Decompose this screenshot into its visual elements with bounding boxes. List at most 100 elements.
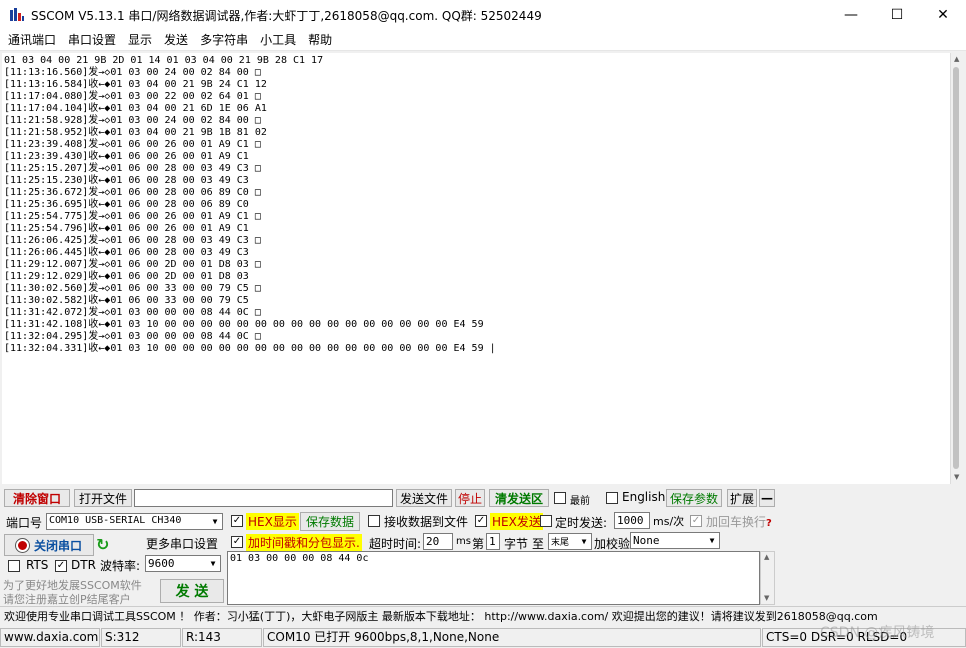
rts-label: RTS — [26, 558, 49, 572]
more-settings-button[interactable]: 更多串口设置 — [146, 535, 218, 552]
interval-input[interactable]: 1000 — [614, 512, 650, 529]
expand-button[interactable]: 扩展 — [727, 489, 757, 507]
stop-button[interactable]: 停止 — [455, 489, 485, 507]
english-label: English — [622, 490, 666, 504]
byte-label: 字节 — [504, 537, 529, 551]
add-crlf-checkbox[interactable]: ✓ — [690, 515, 702, 527]
send-button[interactable]: 发 送 — [160, 579, 224, 603]
menu-tools[interactable]: 小工具 — [254, 30, 302, 50]
menu-comm-port[interactable]: 通讯端口 — [0, 30, 62, 50]
log-line: [11:21:58.952]收←◆01 03 04 00 21 9B 1B 81… — [4, 127, 267, 138]
recv-to-file-label: 接收数据到文件 — [384, 515, 469, 529]
byte-start-input[interactable]: 1 — [486, 533, 500, 550]
app-icon — [9, 7, 25, 23]
port-value: COM10 USB-SERIAL CH340 — [49, 515, 182, 526]
menu-multi-string[interactable]: 多字符串 — [194, 30, 254, 50]
scroll-up-icon[interactable]: ▲ — [954, 55, 959, 63]
timeout-label: 超时时间: — [369, 537, 422, 551]
log-line: [11:29:12.029]收←◆01 06 00 2D 00 01 D8 03 — [4, 271, 249, 282]
refresh-icon[interactable]: ↻ — [96, 535, 109, 554]
close-port-button[interactable]: 关闭串口 — [4, 534, 94, 556]
checksum-select[interactable]: None ▼ — [630, 532, 720, 549]
baud-select[interactable]: 9600 ▼ — [145, 555, 221, 572]
log-line: [11:30:02.582]收←◆01 06 00 33 00 00 79 C5 — [4, 295, 249, 306]
log-line: [11:21:58.928]发→◇01 03 00 24 00 02 84 00… — [4, 115, 261, 126]
dtr-checkbox[interactable]: ✓ — [55, 560, 67, 572]
clear-window-button[interactable]: 清除窗口 — [4, 489, 70, 507]
rts-checkbox[interactable] — [8, 560, 20, 572]
scroll-up-icon[interactable]: ▲ — [764, 553, 769, 561]
port-label: 端口号 — [6, 516, 43, 530]
status-sent: S:312 — [101, 628, 181, 647]
status-port: COM10 已打开 9600bps,8,1,None,None — [263, 628, 761, 647]
port-select[interactable]: COM10 USB-SERIAL CH340 ▼ — [46, 513, 223, 530]
chevron-down-icon: ▼ — [212, 517, 218, 526]
topmost-checkbox[interactable] — [554, 492, 566, 504]
byte-prefix: 第 — [472, 537, 485, 551]
log-line: [11:26:06.425]发→◇01 06 00 28 00 03 49 C3… — [4, 235, 261, 246]
menu-send[interactable]: 发送 — [158, 30, 194, 50]
maximize-button[interactable]: ☐ — [874, 0, 920, 30]
save-params-button[interactable]: 保存参数 — [666, 489, 722, 507]
checksum-label: 加校验 — [594, 537, 631, 551]
scroll-thumb[interactable] — [953, 67, 959, 469]
log-line: [11:17:04.104]收←◆01 03 04 00 21 6D 1E 06… — [4, 103, 267, 114]
send-file-button[interactable]: 发送文件 — [396, 489, 452, 507]
hex-send-label: HEX发送 — [490, 513, 543, 530]
menu-help[interactable]: 帮助 — [302, 30, 338, 50]
title-bar: SSCOM V5.13.1 串口/网络数据调试器,作者:大虾丁丁,2618058… — [0, 0, 966, 30]
log-line: [11:32:04.331]收←◆01 03 10 00 00 00 00 00… — [4, 343, 496, 354]
hex-display-checkbox[interactable]: ✓ — [231, 515, 243, 527]
collapse-button[interactable]: — — [759, 489, 775, 507]
timestamp-checkbox[interactable]: ✓ — [231, 536, 243, 548]
log-line: [11:25:54.796]收←◆01 06 00 26 00 01 A9 C1 — [4, 223, 249, 234]
menu-serial-settings[interactable]: 串口设置 — [62, 30, 122, 50]
menu-bar: 通讯端口 串口设置 显示 发送 多字符串 小工具 帮助 — [0, 30, 966, 51]
log-line: [11:26:06.445]收←◆01 06 00 28 00 03 49 C3 — [4, 247, 249, 258]
send-textarea[interactable]: 01 03 00 00 00 08 44 0c — [227, 551, 760, 605]
log-line: [11:31:42.108]收←◆01 03 10 00 00 00 00 00… — [4, 319, 484, 330]
english-checkbox[interactable] — [606, 492, 618, 504]
add-crlf-label: 加回车换行 — [706, 515, 767, 529]
topmost-label: 最前 — [570, 496, 590, 507]
log-scrollbar[interactable]: ▲ ▼ — [950, 53, 964, 484]
hex-display-label: HEX显示 — [246, 513, 299, 530]
watermark-text: CSDN @疾风铸境 — [820, 625, 935, 641]
end-value: 末尾 — [551, 538, 570, 548]
timestamp-label: 加时间戳和分包显示. — [246, 534, 362, 551]
save-data-button[interactable]: 保存数据 — [300, 512, 360, 531]
timed-send-checkbox[interactable] — [540, 515, 552, 527]
window-title: SSCOM V5.13.1 串口/网络数据调试器,作者:大虾丁丁,2618058… — [31, 9, 542, 23]
receive-log[interactable]: 01 03 04 00 21 9B 2D 01 14 01 03 04 00 2… — [2, 53, 950, 484]
minimize-button[interactable]: — — [828, 0, 874, 30]
baud-value: 9600 — [148, 557, 175, 570]
log-line: [11:32:04.295]发→◇01 03 00 00 00 08 44 0C… — [4, 331, 261, 342]
close-button[interactable]: ✕ — [920, 0, 966, 30]
chevron-down-icon: ▼ — [581, 537, 587, 546]
checksum-value: None — [633, 534, 660, 547]
send-scrollbar[interactable]: ▲ ▼ — [760, 551, 775, 605]
hex-send-checkbox[interactable]: ✓ — [475, 515, 487, 527]
chevron-down-icon: ▼ — [709, 536, 715, 545]
log-line: [11:25:36.672]发→◇01 06 00 28 00 06 89 C0… — [4, 187, 261, 198]
recv-to-file-checkbox[interactable] — [368, 515, 380, 527]
clear-send-button[interactable]: 清发送区 — [489, 489, 549, 507]
scroll-down-icon[interactable]: ▼ — [954, 473, 959, 481]
log-line: [11:17:04.080]发→◇01 03 00 22 00 02 64 01… — [4, 91, 261, 102]
log-line: [11:13:16.560]发→◇01 03 00 24 00 02 84 00… — [4, 67, 261, 78]
close-port-label: 关闭串口 — [33, 538, 82, 553]
file-path-input[interactable] — [134, 489, 393, 507]
status-site: www.daxia.com — [0, 628, 100, 647]
timed-send-label: 定时发送: — [555, 516, 608, 530]
interval-unit: ms/次 — [653, 515, 685, 528]
end-select[interactable]: 末尾 ▼ — [548, 533, 592, 550]
log-line: [11:30:02.560]发→◇01 06 00 33 00 00 79 C5… — [4, 283, 261, 294]
menu-display[interactable]: 显示 — [122, 30, 158, 50]
scroll-down-icon[interactable]: ▼ — [764, 594, 769, 602]
baud-label: 波特率: — [100, 559, 141, 573]
log-line: [11:25:36.695]收←◆01 06 00 28 00 06 89 C0 — [4, 199, 249, 210]
timeout-unit: ms — [456, 536, 471, 547]
open-file-button[interactable]: 打开文件 — [74, 489, 132, 507]
timeout-input[interactable]: 20 — [423, 533, 453, 550]
help-icon[interactable]: ? — [766, 518, 772, 529]
